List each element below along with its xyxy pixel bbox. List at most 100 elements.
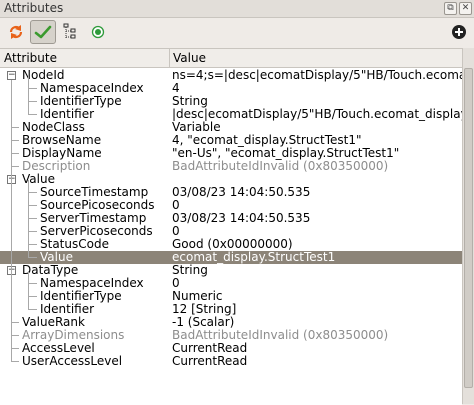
tree-branch-line — [28, 192, 37, 193]
attribute-value: 0 — [172, 225, 180, 238]
tree-guide-line — [28, 76, 29, 115]
table-row[interactable]: AccessLevel CurrentRead — [0, 342, 462, 355]
attribute-name: ArrayDimensions — [22, 329, 125, 342]
table-row[interactable]: Value ecomat_display.StructTest1 — [0, 251, 462, 264]
attribute-value: CurrentRead — [172, 342, 248, 355]
table-row[interactable]: Identifier 12 [String] — [0, 303, 462, 316]
panel-title: Attributes — [4, 1, 64, 15]
tree-branch-line — [11, 127, 19, 128]
table-row[interactable]: − NodeId ns=4;s=|desc|ecomatDisplay/5"HB/T… — [0, 69, 462, 82]
attribute-name: StatusCode — [40, 238, 109, 251]
attribute-value: BadAttributeIdInvalid (0x80350000) — [172, 160, 389, 173]
tree-branch-line — [11, 322, 19, 323]
attribute-name: Value — [40, 251, 73, 264]
refresh-button[interactable] — [3, 20, 29, 44]
column-header-attribute[interactable]: Attribute — [4, 51, 57, 65]
table-row[interactable]: NodeClass Variable — [0, 121, 462, 134]
attribute-name: UserAccessLevel — [22, 355, 123, 368]
tree-branch-line — [28, 244, 37, 245]
table-row[interactable]: NamespaceIndex 0 — [0, 277, 462, 290]
close-icon[interactable]: ✕ — [459, 2, 472, 15]
attribute-name: BrowseName — [22, 134, 102, 147]
attribute-value: BadAttributeIdInvalid (0x80350000) — [172, 329, 389, 342]
attribute-value: 0 — [172, 277, 180, 290]
attribute-name: Identifier — [40, 108, 95, 121]
table-header: Attribute Value — [0, 49, 462, 68]
tree-branch-line — [11, 335, 19, 336]
table-row[interactable]: IdentifierType Numeric — [0, 290, 462, 303]
table-row[interactable]: DisplayName "en-Us", "ecomat_display.Stru… — [0, 147, 462, 160]
table-row[interactable]: Identifier |desc|ecomatDisplay/5"HB/Touch… — [0, 108, 462, 121]
scrollbar-thumb[interactable] — [464, 68, 473, 388]
collapse-toggle-icon[interactable]: − — [7, 71, 16, 80]
table-row[interactable]: IdentifierType String — [0, 95, 462, 108]
attribute-name: AccessLevel — [22, 342, 95, 355]
add-button[interactable] — [446, 20, 472, 44]
attribute-name: DisplayName — [22, 147, 102, 160]
table-row[interactable]: StatusCode Good (0x00000000) — [0, 238, 462, 251]
table-row[interactable]: ServerPicoseconds 0 — [0, 225, 462, 238]
check-icon — [34, 25, 52, 39]
toolbar — [0, 18, 474, 46]
monitor-button[interactable] — [85, 20, 111, 44]
table-row[interactable]: Description BadAttributeIdInvalid (0x8035… — [0, 160, 462, 173]
attribute-name: NamespaceIndex — [40, 82, 144, 95]
table-row[interactable]: −DataTypeString — [0, 264, 462, 277]
tree-branch-line — [11, 140, 19, 141]
column-header-value[interactable]: Value — [173, 51, 206, 65]
tree-branch-line — [28, 231, 37, 232]
radio-icon — [91, 25, 105, 39]
attribute-name: Value — [22, 173, 55, 186]
tree-branch-line — [28, 309, 37, 310]
attributes-table[interactable]: Attribute Value − NodeId ns=4;s=|desc|ecom… — [0, 48, 462, 405]
check-button[interactable] — [30, 20, 56, 44]
attribute-name: SourceTimestamp — [40, 186, 149, 199]
table-row[interactable]: ValueRank -1 (Scalar) — [0, 316, 462, 329]
attribute-value: 12 [String] — [172, 303, 237, 316]
tree-branch-line — [11, 153, 19, 154]
tree-branch-line — [28, 88, 37, 89]
attribute-value: 4 — [172, 82, 180, 95]
tree-branch-line — [28, 257, 37, 258]
table-row[interactable]: −Value — [0, 173, 462, 186]
attribute-name: ValueRank — [22, 316, 85, 329]
tree-button[interactable] — [57, 20, 83, 44]
tree-branch-line — [28, 283, 37, 284]
attribute-value: ecomat_display.StructTest1 — [172, 251, 336, 264]
attribute-value: CurrentRead — [172, 355, 248, 368]
attribute-name: SourcePicoseconds — [40, 199, 155, 212]
tree-guide-line — [28, 271, 29, 310]
tree-branch-line — [28, 114, 37, 115]
table-row[interactable]: ServerTimestamp 03/08/23 14:04:50.535 — [0, 212, 462, 225]
attribute-value: String — [172, 95, 208, 108]
attribute-value: -1 (Scalar) — [172, 316, 235, 329]
table-row[interactable]: ArrayDimensions BadAttributeIdInvalid (0x… — [0, 329, 462, 342]
table-row[interactable]: SourcePicoseconds 0 — [0, 199, 462, 212]
attribute-name: IdentifierType — [40, 290, 122, 303]
attribute-value: |desc|ecomatDisplay/5"HB/Touch.ecomat_di… — [172, 108, 462, 121]
tree-branch-line — [11, 361, 19, 362]
table-row[interactable]: BrowseName 4, "ecomat_display.StructTest1… — [0, 134, 462, 147]
table-row[interactable]: UserAccessLevel CurrentRead — [0, 355, 462, 368]
attribute-name: NodeClass — [22, 121, 85, 134]
table-row[interactable]: SourceTimestamp 03/08/23 14:04:50.535 — [0, 186, 462, 199]
vertical-scrollbar[interactable] — [462, 48, 474, 404]
float-icon[interactable]: ⧉ — [444, 2, 457, 15]
attribute-value: ns=4;s=|desc|ecomatDisplay/5"HB/Touch.ec… — [172, 69, 462, 82]
attribute-name: Description — [22, 160, 91, 173]
attribute-name: IdentifierType — [40, 95, 122, 108]
tree-guide-line — [28, 180, 29, 258]
tree-branch-line — [28, 101, 37, 102]
tree-guide-line — [11, 80, 12, 362]
attribute-value: 0 — [172, 199, 180, 212]
attribute-name: ServerPicoseconds — [40, 225, 153, 238]
attribute-value: String — [172, 264, 208, 277]
attribute-value: 03/08/23 14:04:50.535 — [172, 186, 311, 199]
add-icon — [452, 25, 466, 39]
column-divider[interactable] — [169, 49, 170, 67]
attribute-value: Good (0x00000000) — [172, 238, 293, 251]
attribute-value: "en-Us", "ecomat_display.StructTest1" — [172, 147, 400, 160]
panel-titlebar: Attributes ⧉ ✕ — [0, 0, 474, 18]
table-row[interactable]: NamespaceIndex 4 — [0, 82, 462, 95]
attribute-value: Variable — [172, 121, 221, 134]
